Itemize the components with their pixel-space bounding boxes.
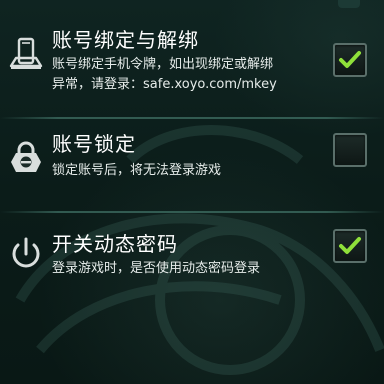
phone-bind-icon bbox=[9, 37, 43, 69]
setting-description-url: 异常，请登录：safe.xoyo.com/mkey bbox=[52, 77, 277, 92]
setting-title: 开关动态密码 bbox=[52, 232, 178, 256]
setting-title: 账号绑定与解绑 bbox=[52, 28, 199, 52]
check-mark-icon bbox=[339, 237, 361, 254]
dynamic-password-checkbox[interactable] bbox=[333, 229, 367, 263]
check-mark-icon bbox=[339, 51, 361, 68]
lock-checkbox[interactable] bbox=[333, 133, 367, 167]
setting-description: 锁定账号后，将无法登录游戏 bbox=[52, 163, 222, 178]
setting-row-lock[interactable]: 账号锁定 锁定账号后，将无法登录游戏 bbox=[0, 119, 384, 215]
power-icon bbox=[12, 237, 40, 268]
settings-list: 账号绑定与解绑 账号绑定手机令牌，如出现绑定或解绑 异常，请登录：safe.xo… bbox=[0, 0, 384, 384]
setting-title: 账号锁定 bbox=[52, 132, 136, 156]
lock-icon bbox=[11, 141, 41, 172]
setting-description: 登录游戏时，是否使用动态密码登录 bbox=[52, 261, 261, 276]
setting-row-bind[interactable]: 账号绑定与解绑 账号绑定手机令牌，如出现绑定或解绑 异常，请登录：safe.xo… bbox=[0, 0, 384, 122]
bind-checkbox[interactable] bbox=[333, 43, 367, 77]
setting-row-dynamic-password[interactable]: 开关动态密码 登录游戏时，是否使用动态密码登录 bbox=[0, 213, 384, 313]
setting-description: 账号绑定手机令牌，如出现绑定或解绑 bbox=[52, 57, 274, 72]
